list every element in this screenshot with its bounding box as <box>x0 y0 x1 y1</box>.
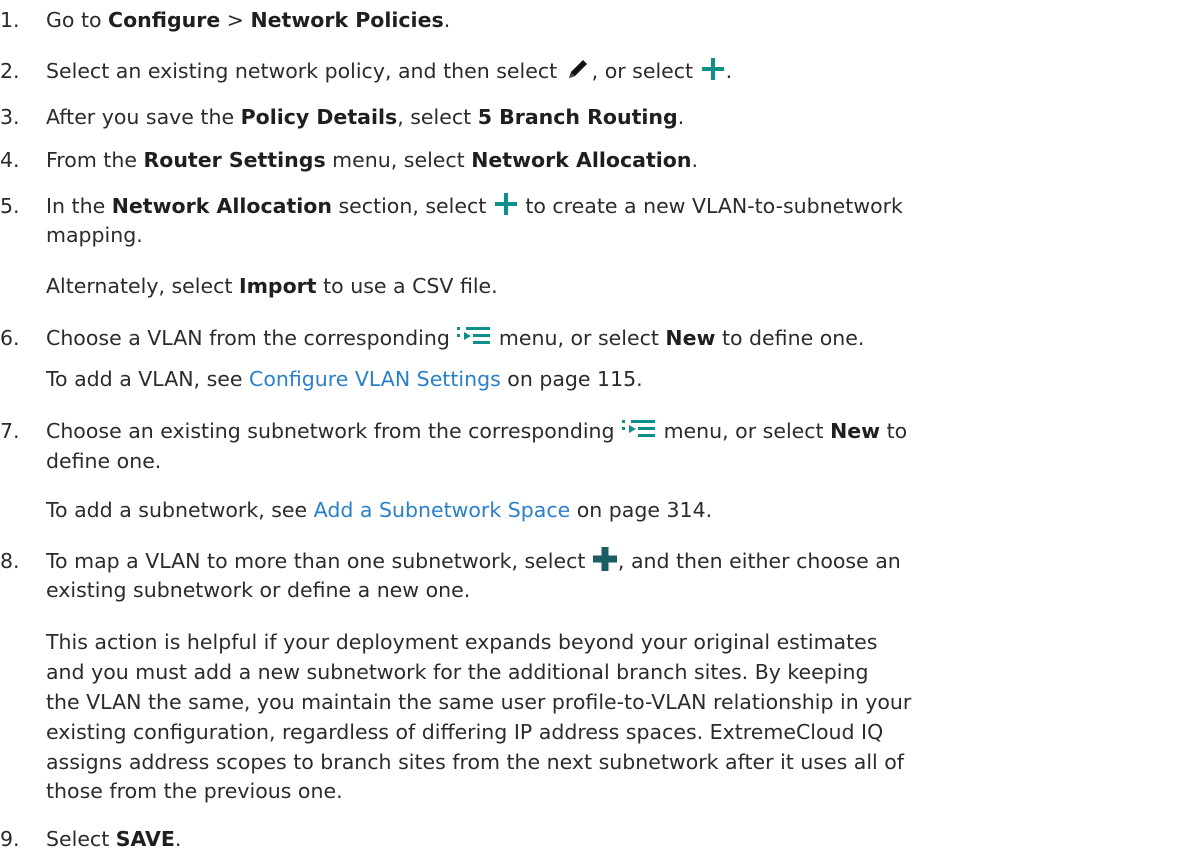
step-number: 3. <box>0 105 20 129</box>
step-number: 8. <box>0 549 20 573</box>
step-text: In the Network Allocation section, selec… <box>46 192 903 220</box>
step-number: 9. <box>0 827 20 851</box>
plus-dark-icon[interactable] <box>592 546 618 572</box>
step-number: 6. <box>0 326 20 350</box>
step-text: From the Router Settings menu, select Ne… <box>46 148 698 172</box>
step-text: Select an existing network policy, and t… <box>46 57 732 85</box>
plus-icon[interactable] <box>700 56 726 82</box>
step-number: 4. <box>0 148 20 172</box>
list-menu-icon[interactable] <box>621 418 657 440</box>
list-menu-icon[interactable] <box>456 325 492 347</box>
step-number: 5. <box>0 194 20 218</box>
configure-vlan-settings-link[interactable]: Configure VLAN Settings <box>249 367 501 391</box>
step-text: After you save the Policy Details, selec… <box>46 105 685 129</box>
add-subnetwork-space-link[interactable]: Add a Subnetwork Space <box>314 498 571 522</box>
step-text: To map a VLAN to more than one subnetwor… <box>46 547 901 575</box>
step-text: Go to Configure > Network Policies. <box>46 8 451 32</box>
step-text: Choose a VLAN from the corresponding men… <box>46 325 865 350</box>
pencil-icon[interactable] <box>564 56 592 82</box>
plus-icon[interactable] <box>493 191 519 217</box>
step-number: 1. <box>0 8 20 32</box>
step-number: 7. <box>0 419 20 443</box>
step-text: Select SAVE. <box>46 827 182 851</box>
step-text: Choose an existing subnetwork from the c… <box>46 418 908 443</box>
step-number: 2. <box>0 59 20 83</box>
